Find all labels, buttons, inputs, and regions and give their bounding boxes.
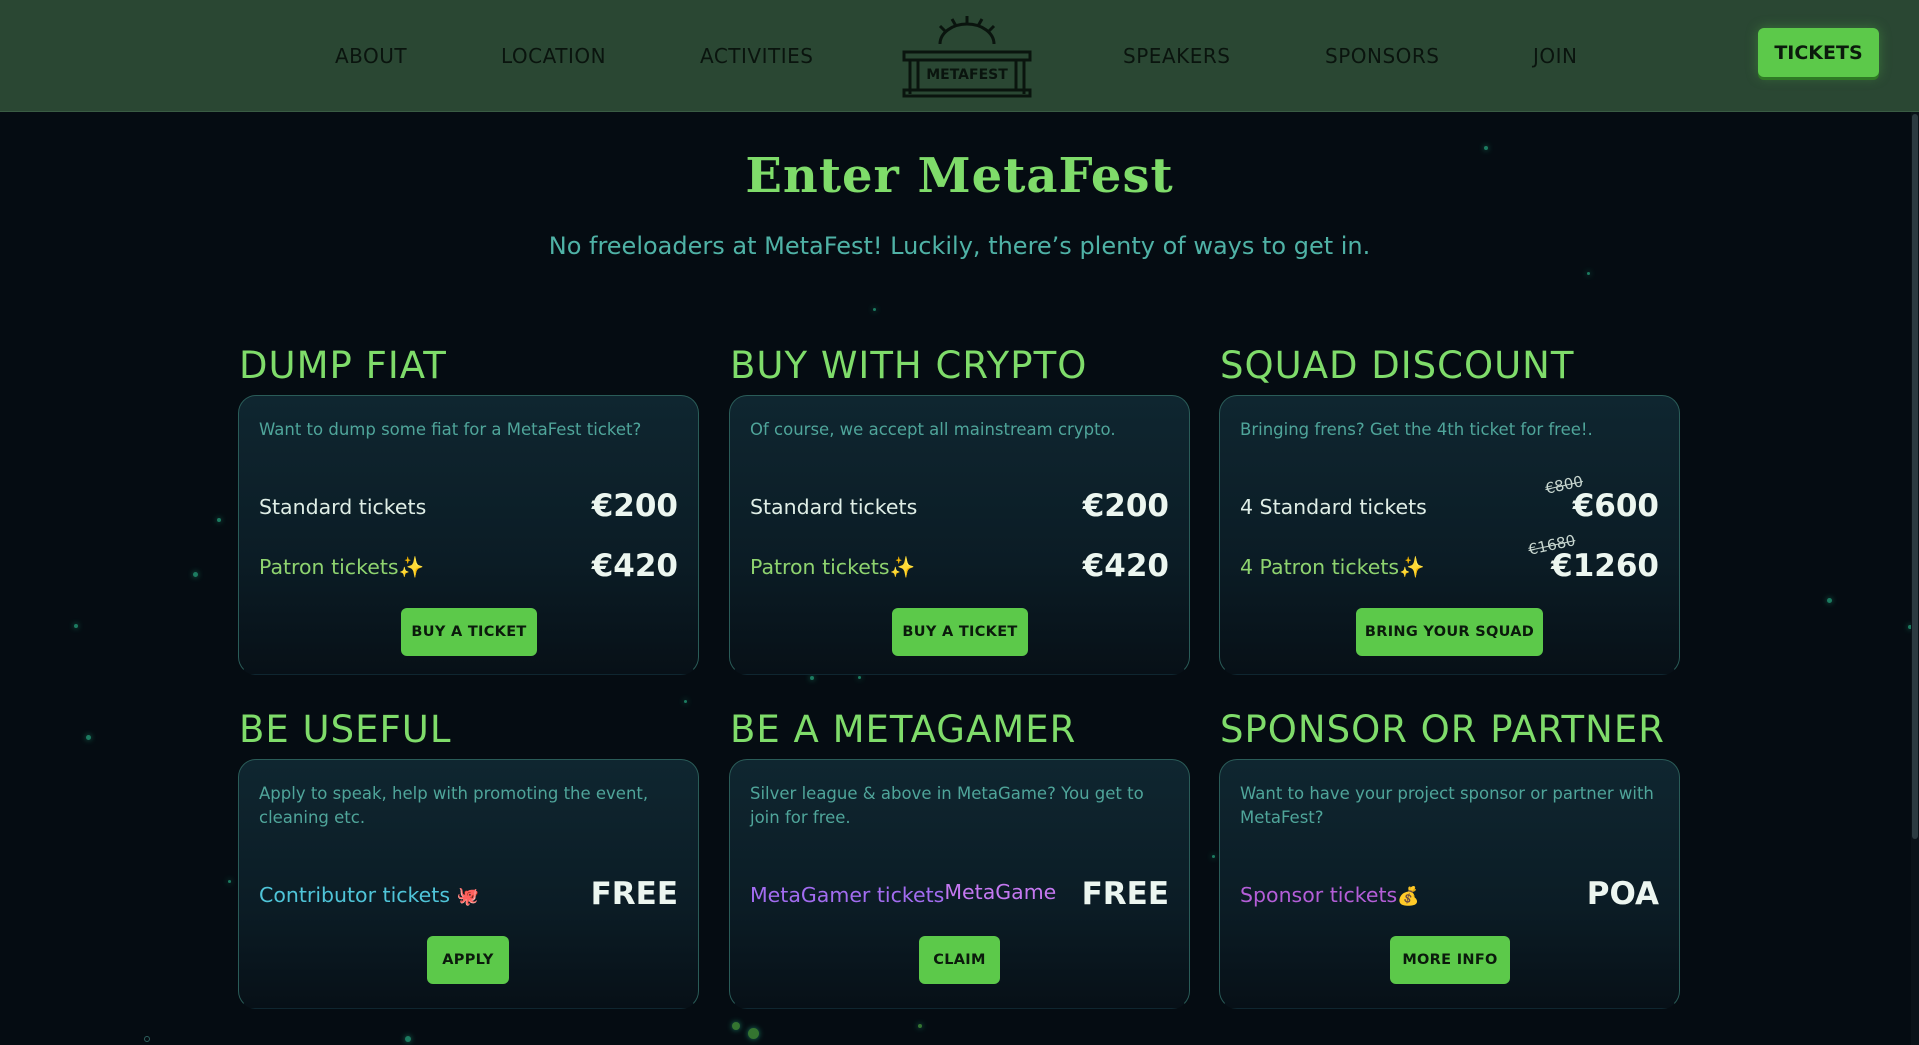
section-title-sponsor-or-partner: SPONSOR OR PARTNER	[1220, 708, 1665, 751]
card-dump-fiat: Want to dump some fiat for a MetaFest ti…	[238, 395, 699, 675]
page-subtitle: No freeloaders at MetaFest! Luckily, the…	[548, 232, 1371, 260]
section-title-be-a-metagamer: BE A METAGAMER	[730, 708, 1077, 751]
nav-join[interactable]: JOIN	[1533, 44, 1578, 68]
money-bag-icon: 💰	[1397, 886, 1420, 907]
standard-tickets-label: Standard tickets	[259, 495, 427, 519]
card-buy-with-crypto: Of course, we accept all mainstream cryp…	[729, 395, 1190, 675]
nav-location[interactable]: LOCATION	[501, 44, 606, 68]
bring-your-squad-button[interactable]: BRING YOUR SQUAD	[1356, 608, 1543, 656]
contributor-tickets-label: Contributor tickets 🐙	[259, 883, 479, 907]
section-title-dump-fiat: DUMP FIAT	[239, 344, 447, 387]
squad-patron-tickets-price: €1260	[1551, 548, 1659, 584]
sponsor-tickets-price: POA	[1586, 876, 1659, 912]
buy-ticket-crypto-button[interactable]: BUY A TICKET	[892, 608, 1028, 656]
card-sponsor-or-partner: Want to have your project sponsor or par…	[1219, 759, 1680, 1009]
nav-speakers[interactable]: SPEAKERS	[1123, 44, 1230, 68]
claim-button[interactable]: CLAIM	[919, 936, 1000, 984]
squad-patron-tickets-label: 4 Patron tickets✨	[1240, 555, 1425, 579]
standard-tickets-price: €200	[1082, 488, 1169, 524]
octopus-icon: 🐙	[456, 886, 479, 907]
tickets-button[interactable]: TICKETS	[1758, 28, 1879, 77]
nav-activities[interactable]: ACTIVITIES	[700, 44, 813, 68]
logo-text: METAFEST	[926, 67, 1008, 83]
buy-ticket-fiat-button[interactable]: BUY A TICKET	[401, 608, 537, 656]
metafest-logo[interactable]: METAFEST	[900, 14, 1034, 100]
more-info-button[interactable]: MORE INFO	[1390, 936, 1510, 984]
sponsor-tickets-text: Sponsor tickets	[1240, 883, 1398, 907]
squad-standard-tickets-label: 4 Standard tickets	[1240, 495, 1427, 519]
nav-about[interactable]: ABOUT	[335, 44, 407, 68]
standard-tickets-label: Standard tickets	[750, 495, 918, 519]
card-be-a-metagamer: Silver league & above in MetaGame? You g…	[729, 759, 1190, 1009]
squad-standard-tickets-price: €600	[1572, 488, 1659, 524]
metagamer-tickets-price: FREE	[1081, 876, 1169, 912]
metagamer-tickets-text: MetaGamer tickets	[750, 883, 945, 907]
card-squad-discount: Bringing frens? Get the 4th ticket for f…	[1219, 395, 1680, 675]
site-header: ABOUT LOCATION ACTIVITIES METAFEST SPEAK…	[0, 0, 1919, 112]
page-title: Enter MetaFest	[745, 148, 1174, 204]
apply-button[interactable]: APPLY	[427, 936, 509, 984]
metagamer-tickets-label: MetaGamer ticketsMetaGame	[750, 880, 1057, 907]
standard-tickets-price: €200	[591, 488, 678, 524]
nav-sponsors[interactable]: SPONSORS	[1325, 44, 1440, 68]
card-description: Want to have your project sponsor or par…	[1240, 784, 1654, 827]
section-title-squad-discount: SQUAD DISCOUNT	[1220, 344, 1575, 387]
patron-tickets-price: €420	[1082, 548, 1169, 584]
patron-tickets-label: Patron tickets✨	[750, 555, 916, 579]
contributor-tickets-price: FREE	[590, 876, 678, 912]
sponsor-tickets-label: Sponsor tickets💰	[1240, 883, 1420, 907]
card-description: Bringing frens? Get the 4th ticket for f…	[1240, 420, 1593, 439]
card-description: Silver league & above in MetaGame? You g…	[750, 784, 1144, 827]
card-description: Of course, we accept all mainstream cryp…	[750, 420, 1116, 439]
section-title-be-useful: BE USEFUL	[239, 708, 452, 751]
card-description: Apply to speak, help with promoting the …	[259, 784, 649, 827]
scrollbar-thumb[interactable]	[1912, 114, 1918, 839]
card-description: Want to dump some fiat for a MetaFest ti…	[259, 420, 642, 439]
patron-tickets-price: €420	[591, 548, 678, 584]
patron-tickets-label: Patron tickets✨	[259, 555, 425, 579]
card-be-useful: Apply to speak, help with promoting the …	[238, 759, 699, 1009]
contributor-tickets-text: Contributor tickets	[259, 883, 451, 907]
section-title-buy-with-crypto: BUY WITH CRYPTO	[730, 344, 1088, 387]
metagame-logo: MetaGame	[944, 880, 1057, 904]
